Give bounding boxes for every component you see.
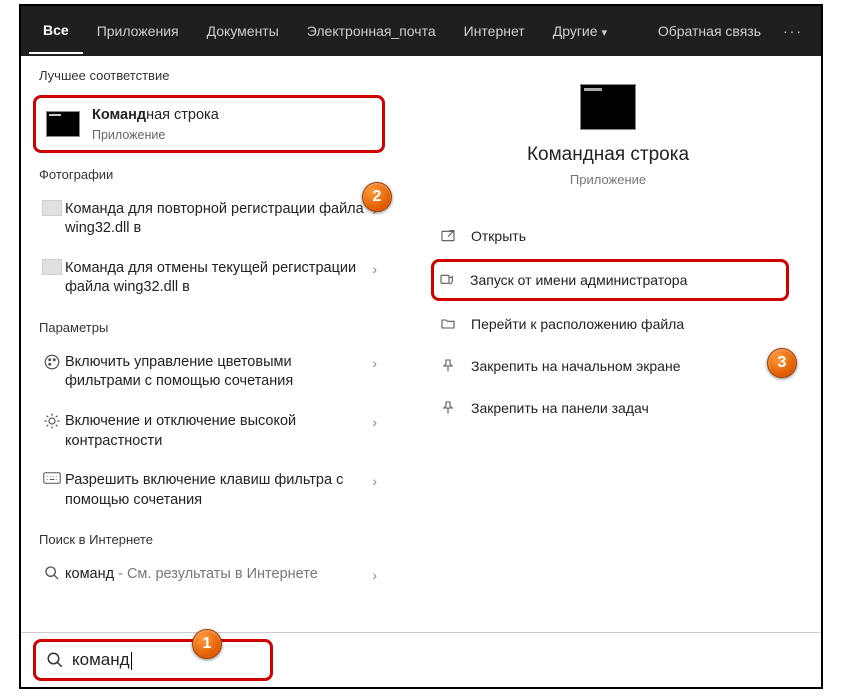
search-input[interactable]: команд: [33, 639, 273, 681]
chevron-right-icon[interactable]: ›: [372, 565, 377, 583]
section-photos: Фотографии: [21, 155, 395, 190]
chevron-right-icon[interactable]: ›: [372, 471, 377, 489]
action-run-as-admin[interactable]: Запуск от имени администратора: [431, 259, 789, 301]
folder-icon: [439, 316, 457, 332]
chevron-down-icon: ▾: [602, 26, 608, 39]
feedback-link[interactable]: Обратная связь: [646, 23, 773, 39]
action-open-location[interactable]: Перейти к расположению файла: [395, 303, 821, 345]
chevron-right-icon[interactable]: ›: [372, 259, 377, 277]
top-tabs: Все Приложения Документы Электронная_поч…: [21, 6, 821, 56]
settings-result-1[interactable]: Включить управление цветовыми фильтрами …: [21, 343, 395, 402]
results-list: Лучшее соответствие Командная строка При…: [21, 56, 395, 632]
annotation-callout-1: 1: [192, 629, 222, 659]
photo-icon: [42, 259, 62, 275]
pin-icon: [439, 358, 457, 374]
more-menu-icon[interactable]: ···: [773, 23, 813, 39]
settings-result-1-text: Включить управление цветовыми фильтрами …: [65, 353, 372, 392]
search-icon: [39, 565, 65, 581]
tab-all[interactable]: Все: [29, 8, 83, 54]
photo-result-2-text: Команда для отмены текущей регистрации ф…: [65, 259, 372, 298]
action-open-location-label: Перейти к расположению файла: [471, 316, 684, 332]
palette-icon: [39, 353, 65, 371]
section-web: Поиск в Интернете: [21, 520, 395, 555]
annotation-callout-3: 3: [767, 348, 797, 378]
settings-result-3-text: Разрешить включение клавиш фильтра с пом…: [65, 471, 372, 510]
pin-icon: [439, 400, 457, 416]
annotation-callout-2: 2: [362, 182, 392, 212]
photo-icon: [42, 200, 62, 216]
tab-apps[interactable]: Приложения: [83, 9, 193, 53]
search-query-text: команд: [72, 650, 132, 670]
tab-more[interactable]: Другие▾: [539, 9, 621, 53]
text-cursor: [131, 652, 132, 670]
open-icon: [439, 228, 457, 244]
action-run-as-admin-label: Запуск от имени администратора: [470, 272, 687, 288]
settings-result-3[interactable]: Разрешить включение клавиш фильтра с пом…: [21, 461, 395, 520]
keyboard-icon: [39, 471, 65, 485]
section-settings: Параметры: [21, 308, 395, 343]
preview-title: Командная строка: [395, 144, 821, 166]
chevron-right-icon[interactable]: ›: [372, 412, 377, 430]
search-panel: Все Приложения Документы Электронная_поч…: [19, 4, 823, 689]
result-best-match[interactable]: Командная строка Приложение: [33, 95, 385, 153]
photo-result-1[interactable]: Команда для повторной регистрации файла …: [21, 190, 395, 249]
action-open-label: Открыть: [471, 228, 526, 244]
brightness-icon: [39, 412, 65, 430]
action-pin-taskbar[interactable]: Закрепить на панели задач: [395, 387, 821, 429]
shield-icon: [438, 272, 456, 288]
main-area: Лучшее соответствие Командная строка При…: [21, 56, 821, 632]
best-match-title: Командная строка: [92, 106, 219, 126]
web-result-text: команд - См. результаты в Интернете: [65, 565, 372, 585]
cmd-prompt-icon: [46, 111, 80, 137]
preview-subtitle: Приложение: [395, 172, 821, 187]
section-best-match: Лучшее соответствие: [21, 56, 395, 91]
photo-result-1-text: Команда для повторной регистрации файла …: [65, 200, 372, 239]
preview-app-icon: [580, 84, 636, 130]
tab-internet[interactable]: Интернет: [450, 9, 539, 53]
settings-result-2[interactable]: Включение и отключение высокой контрастн…: [21, 402, 395, 461]
tab-email[interactable]: Электронная_почта: [293, 9, 450, 53]
preview-pane: Командная строка Приложение Открыть Запу…: [395, 56, 821, 632]
chevron-right-icon[interactable]: ›: [372, 353, 377, 371]
web-result[interactable]: команд - См. результаты в Интернете ›: [21, 555, 395, 595]
photo-result-2[interactable]: Команда для отмены текущей регистрации ф…: [21, 249, 395, 308]
action-open[interactable]: Открыть: [395, 215, 821, 257]
action-pin-taskbar-label: Закрепить на панели задач: [471, 400, 649, 416]
settings-result-2-text: Включение и отключение высокой контрастн…: [65, 412, 372, 451]
action-pin-start-label: Закрепить на начальном экране: [471, 358, 681, 374]
tab-documents[interactable]: Документы: [193, 9, 293, 53]
search-icon: [46, 651, 64, 669]
best-match-subtitle: Приложение: [92, 128, 219, 142]
search-bar-area: команд: [21, 632, 821, 687]
action-pin-start[interactable]: Закрепить на начальном экране: [395, 345, 821, 387]
